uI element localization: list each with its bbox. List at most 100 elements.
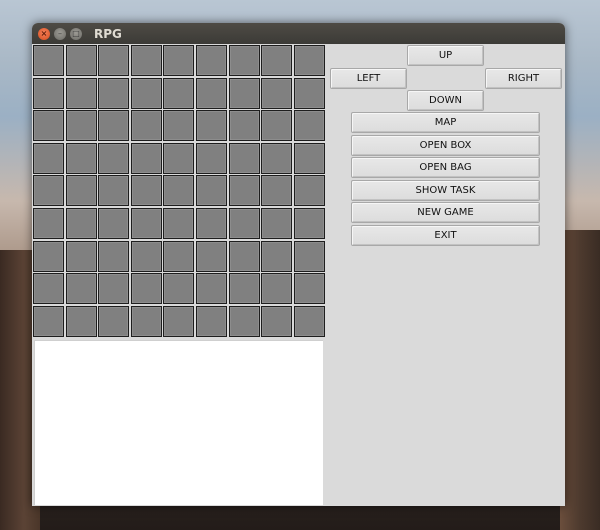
map-cell[interactable] [33, 142, 64, 174]
map-cell[interactable] [293, 305, 325, 337]
map-cell[interactable] [65, 273, 97, 305]
map-cell[interactable] [163, 273, 195, 305]
map-cell[interactable] [228, 175, 260, 207]
map-cell[interactable] [130, 175, 162, 207]
map-cell[interactable] [293, 207, 325, 239]
map-cell[interactable] [163, 77, 195, 109]
map-cell[interactable] [195, 305, 227, 337]
map-cell[interactable] [163, 207, 195, 239]
map-cell[interactable] [65, 305, 97, 337]
map-cell[interactable] [65, 175, 97, 207]
map-cell[interactable] [293, 142, 325, 174]
map-cell[interactable] [65, 240, 97, 272]
map-cell[interactable] [98, 110, 130, 142]
map-cell[interactable] [130, 77, 162, 109]
map-cell[interactable] [98, 240, 130, 272]
maximize-icon: □ [72, 28, 80, 38]
map-cell[interactable] [228, 110, 260, 142]
map-cell[interactable] [261, 175, 293, 207]
down-button[interactable]: DOWN [407, 90, 484, 111]
map-cell[interactable] [228, 77, 260, 109]
map-cell[interactable] [195, 273, 227, 305]
map-cell[interactable] [33, 240, 64, 272]
map-cell[interactable] [293, 110, 325, 142]
map-cell[interactable] [261, 240, 293, 272]
map-cell[interactable] [293, 45, 325, 76]
up-button[interactable]: UP [407, 45, 484, 66]
map-cell[interactable] [98, 207, 130, 239]
map-cell[interactable] [65, 142, 97, 174]
map-cell[interactable] [261, 305, 293, 337]
map-cell[interactable] [195, 175, 227, 207]
map-cell[interactable] [130, 305, 162, 337]
map-cell[interactable] [195, 110, 227, 142]
map-cell[interactable] [65, 45, 97, 76]
map-cell[interactable] [195, 45, 227, 76]
map-cell[interactable] [195, 77, 227, 109]
map-cell[interactable] [98, 77, 130, 109]
map-cell[interactable] [293, 77, 325, 109]
map-grid [33, 45, 325, 337]
map-cell[interactable] [261, 45, 293, 76]
map-cell[interactable] [163, 305, 195, 337]
map-cell[interactable] [228, 240, 260, 272]
minimize-window-button[interactable]: – [54, 27, 66, 40]
map-cell[interactable] [33, 175, 64, 207]
map-cell[interactable] [195, 240, 227, 272]
map-cell[interactable] [228, 207, 260, 239]
right-button[interactable]: RIGHT [485, 68, 562, 89]
new-game-button[interactable]: NEW GAME [351, 202, 540, 223]
map-cell[interactable] [130, 207, 162, 239]
map-cell[interactable] [228, 273, 260, 305]
map-cell[interactable] [163, 175, 195, 207]
map-cell[interactable] [293, 240, 325, 272]
map-cell[interactable] [261, 273, 293, 305]
map-cell[interactable] [228, 305, 260, 337]
map-cell[interactable] [130, 45, 162, 76]
map-cell[interactable] [98, 142, 130, 174]
map-cell[interactable] [33, 45, 64, 76]
map-cell[interactable] [261, 142, 293, 174]
open-bag-button[interactable]: OPEN BAG [351, 157, 540, 178]
title-bar[interactable]: × – □ RPG [32, 23, 565, 44]
message-log[interactable] [34, 340, 323, 505]
map-cell[interactable] [163, 240, 195, 272]
map-cell[interactable] [130, 142, 162, 174]
rpg-window: × – □ RPG UP LEFT RIGHT DOWN MAP OPEN BO… [32, 23, 565, 506]
map-cell[interactable] [261, 77, 293, 109]
map-cell[interactable] [98, 273, 130, 305]
map-cell[interactable] [65, 110, 97, 142]
maximize-window-button[interactable]: □ [70, 27, 82, 40]
map-cell[interactable] [261, 207, 293, 239]
open-box-button[interactable]: OPEN BOX [351, 135, 540, 156]
map-cell[interactable] [228, 45, 260, 76]
map-cell[interactable] [163, 110, 195, 142]
map-cell[interactable] [65, 207, 97, 239]
map-cell[interactable] [293, 273, 325, 305]
map-cell[interactable] [130, 110, 162, 142]
map-cell[interactable] [195, 207, 227, 239]
map-cell[interactable] [98, 305, 130, 337]
desktop-background-rock-right [560, 230, 600, 530]
exit-button[interactable]: EXIT [351, 225, 540, 246]
map-button[interactable]: MAP [351, 112, 540, 133]
left-button[interactable]: LEFT [330, 68, 407, 89]
map-cell[interactable] [33, 207, 64, 239]
map-cell[interactable] [130, 273, 162, 305]
map-cell[interactable] [163, 45, 195, 76]
show-task-button[interactable]: SHOW TASK [351, 180, 540, 201]
map-cell[interactable] [33, 110, 64, 142]
map-cell[interactable] [163, 142, 195, 174]
map-cell[interactable] [228, 142, 260, 174]
map-cell[interactable] [98, 175, 130, 207]
map-cell[interactable] [130, 240, 162, 272]
map-cell[interactable] [33, 305, 64, 337]
close-window-button[interactable]: × [38, 27, 50, 40]
map-cell[interactable] [261, 110, 293, 142]
map-cell[interactable] [98, 45, 130, 76]
map-cell[interactable] [33, 77, 64, 109]
map-cell[interactable] [33, 273, 64, 305]
map-cell[interactable] [65, 77, 97, 109]
map-cell[interactable] [195, 142, 227, 174]
map-cell[interactable] [293, 175, 325, 207]
